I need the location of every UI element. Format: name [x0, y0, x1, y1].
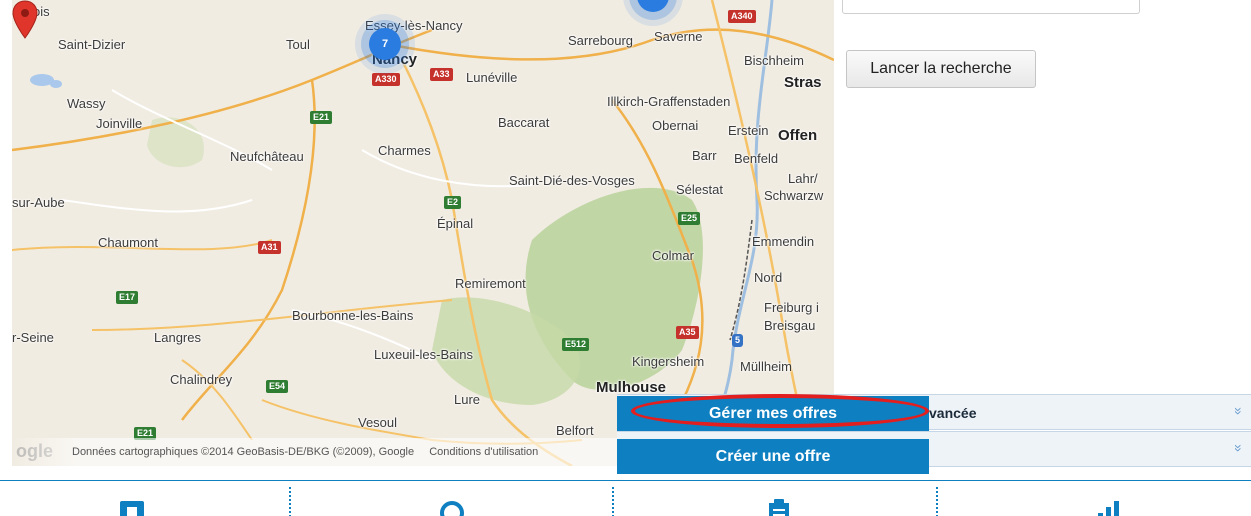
map-label-town: Remiremont	[455, 276, 526, 291]
road-shield: A33	[430, 68, 453, 81]
road-shield: A35	[676, 326, 699, 339]
nav-separator	[612, 487, 614, 516]
map-label-town: Emmendin	[752, 234, 815, 249]
map-label-town: Langres	[154, 330, 201, 345]
map-cluster-marker[interactable]: 7	[369, 28, 401, 60]
map-label-town: Offen	[778, 127, 818, 144]
map-label-town: Bischheim	[744, 53, 804, 68]
road-shield: E54	[266, 380, 289, 393]
map-label-town: Chalindrey	[170, 372, 233, 387]
search-field-bottom-edge[interactable]	[842, 0, 1140, 14]
chevron-down-icon[interactable]: »	[1231, 444, 1247, 452]
search-icon[interactable]	[438, 499, 466, 516]
map-label-town: Joinville	[96, 116, 143, 131]
map-label-town: Wassy	[67, 96, 106, 111]
road-shield: A340	[728, 10, 756, 23]
search-button[interactable]: Lancer la recherche	[846, 50, 1036, 88]
map-label-town: Müllheim	[740, 359, 793, 374]
road-shield: E2	[444, 196, 462, 209]
map-label-town: Breisgau	[764, 318, 816, 333]
map-label-town: Baccarat	[498, 115, 550, 130]
road-shield: A330	[372, 73, 400, 86]
road-shield: 5	[732, 334, 744, 347]
map-label-town: r-Seine	[12, 330, 54, 345]
road-shield: E17	[116, 291, 139, 304]
map-label-town: Obernai	[652, 118, 699, 133]
chevron-down-icon[interactable]: »	[1231, 407, 1247, 415]
map-label-town: Toul	[286, 37, 310, 52]
map-label-town: Stras	[784, 74, 822, 91]
map-label-town: Luxeuil-les-Bains	[374, 347, 473, 362]
map-label-town: Saverne	[654, 29, 703, 44]
bar-chart-icon[interactable]	[1094, 499, 1122, 516]
map-label-town: Sarrebourg	[568, 33, 634, 48]
create-offer-button[interactable]: Créer une offre	[617, 439, 929, 474]
map-credit-text: Données cartographiques ©2014 GeoBasis-D…	[72, 446, 415, 458]
map-label-town: Lunéville	[466, 70, 518, 85]
highlight-annotation	[631, 394, 929, 428]
nav-separator	[289, 487, 291, 516]
page: ançois Saint-Dizier Toul Essey-lès-Nancy…	[0, 0, 1251, 516]
map-label-town: Benfeld	[734, 151, 779, 166]
map-label-town: Lure	[454, 392, 481, 407]
advanced-search-label: vancée	[929, 405, 977, 421]
clipboard-icon[interactable]	[765, 499, 793, 516]
map-label-town: Freiburg i	[764, 300, 819, 315]
map-label-town: Saint-Dizier	[58, 37, 126, 52]
map-label-town: Épinal	[437, 216, 474, 231]
bottom-nav	[0, 480, 1251, 516]
map-label-town: Neufchâteau	[230, 149, 304, 164]
map-label-town: Charmes	[378, 143, 431, 158]
road-shield: A31	[258, 241, 281, 254]
map-label-town: Barr	[692, 148, 717, 163]
road-shield: E512	[562, 338, 590, 351]
map-label-town: Kingersheim	[632, 354, 705, 369]
map-label-town: Chaumont	[98, 235, 158, 250]
map-label-town: Bourbonne-les-Bains	[292, 308, 414, 323]
map-label-town: Illkirch-Graffenstaden	[607, 94, 731, 109]
map-terms-link[interactable]: Conditions d'utilisation	[429, 446, 538, 458]
map-label-town: Erstein	[728, 123, 769, 138]
map-label-town: Sélestat	[676, 182, 723, 197]
road-shield: E21	[310, 111, 333, 124]
map-pin-icon[interactable]	[12, 0, 38, 40]
map-label-town: Lahr/	[788, 171, 818, 186]
map-label-town: Vesoul	[358, 415, 398, 430]
map-label-town: Schwarzw	[764, 188, 824, 203]
road-shield: E25	[678, 212, 701, 225]
map-label-town: Saint-Dié-des-Vosges	[509, 173, 635, 188]
map-label-town: Colmar	[652, 248, 694, 263]
map-label-town: sur-Aube	[12, 195, 65, 210]
map-label-town: Belfort	[556, 423, 594, 438]
document-icon[interactable]	[118, 499, 146, 516]
map-label-town: Nord	[754, 270, 783, 285]
nav-separator	[936, 487, 938, 516]
